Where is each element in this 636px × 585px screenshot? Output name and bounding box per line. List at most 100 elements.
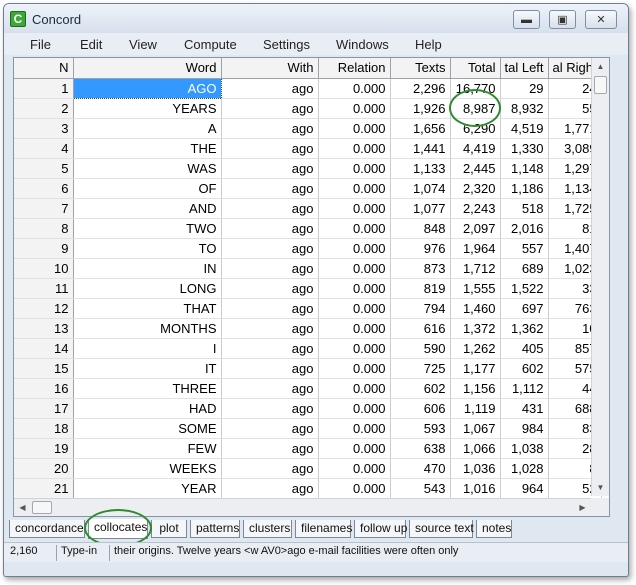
cell-relation[interactable]: 0.000 [318, 438, 391, 459]
cell-n[interactable]: 18 [14, 418, 74, 439]
cell-relation[interactable]: 0.000 [318, 318, 391, 339]
cell-with[interactable]: ago [221, 198, 319, 219]
cell-word[interactable]: TWO [73, 218, 222, 239]
cell-total-left[interactable]: 1,522 [500, 278, 549, 299]
tab-follow-up[interactable]: follow up [354, 520, 407, 538]
cell-relation[interactable]: 0.000 [318, 378, 391, 399]
cell-total[interactable]: 1,067 [450, 418, 501, 439]
cell-relation[interactable]: 0.000 [318, 78, 391, 99]
cell-relation[interactable]: 0.000 [318, 238, 391, 259]
cell-word[interactable]: IT [73, 358, 222, 379]
cell-with[interactable]: ago [221, 158, 319, 179]
column-header-total-left[interactable]: tal Left [500, 58, 549, 79]
cell-word[interactable]: HAD [73, 398, 222, 419]
cell-relation[interactable]: 0.000 [318, 138, 391, 159]
column-header-texts[interactable]: Texts [390, 58, 451, 79]
table-row[interactable]: 10 IN ago 0.000 873 1,712 689 1,023 [14, 258, 602, 279]
cell-with[interactable]: ago [221, 238, 319, 259]
tab-filenames[interactable]: filenames [295, 520, 352, 538]
table-row[interactable]: 9 TO ago 0.000 976 1,964 557 1,407 [14, 238, 602, 259]
cell-total[interactable]: 2,320 [450, 178, 501, 199]
cell-relation[interactable]: 0.000 [318, 418, 391, 439]
scroll-right-icon[interactable]: ▶ [574, 499, 591, 516]
cell-word[interactable]: SOME [73, 418, 222, 439]
table-row[interactable]: 20WEEKSago0.0004701,0361,0288 [14, 458, 602, 479]
tab-source-text[interactable]: source text [409, 520, 474, 538]
cell-texts[interactable]: 1,926 [390, 98, 451, 119]
cell-with[interactable]: ago [221, 338, 319, 359]
table-row[interactable]: 3 Aago 0.000 1,656 6,290 4,519 1,771 [14, 118, 602, 139]
column-header-word[interactable]: Word [73, 58, 222, 79]
table-row[interactable]: 17 HAD ago 0.000 606 1,119 431 688 [14, 398, 602, 419]
table-row[interactable]: 16 THREE ago 0.000 602 1,156 1,112 44 [14, 378, 602, 399]
cell-relation[interactable]: 0.000 [318, 198, 391, 219]
cell-texts[interactable]: 794 [390, 298, 451, 319]
cell-texts[interactable]: 819 [390, 278, 451, 299]
table-row[interactable]: 8 TWO ago 0.000 848 2,097 2,016 81 [14, 218, 602, 239]
table-row[interactable]: 15 IT ago 0.000 725 1,177 602 575 [14, 358, 602, 379]
cell-texts[interactable]: 543 [390, 478, 451, 499]
cell-relation[interactable]: 0.000 [318, 218, 391, 239]
cell-word[interactable]: THE [73, 138, 222, 159]
cell-total[interactable]: 1,177 [450, 358, 501, 379]
cell-total-left[interactable]: 1,038 [500, 438, 549, 459]
cell-with[interactable]: ago [221, 78, 319, 99]
cell-texts[interactable]: 1,074 [390, 178, 451, 199]
cell-texts[interactable]: 1,441 [390, 138, 451, 159]
cell-total[interactable]: 1,066 [450, 438, 501, 459]
cell-n[interactable]: 14 [14, 338, 74, 359]
horizontal-scroll-thumb[interactable] [32, 501, 52, 514]
cell-with[interactable]: ago [221, 278, 319, 299]
cell-word[interactable]: WEEKS [73, 458, 222, 479]
cell-with[interactable]: ago [221, 218, 319, 239]
cell-word[interactable]: I [73, 338, 222, 359]
scroll-left-icon[interactable]: ◀ [14, 499, 31, 516]
table-row[interactable]: 19 FEW ago 0.000 638 1,066 1,038 28 [14, 438, 602, 459]
table-row[interactable]: 11 LONG ago 0.000 819 1,555 1,522 33 [14, 278, 602, 299]
cell-n[interactable]: 16 [14, 378, 74, 399]
cell-word[interactable]: THAT [73, 298, 222, 319]
cell-with[interactable]: ago [221, 398, 319, 419]
cell-total-left[interactable]: 1,330 [500, 138, 549, 159]
cell-word[interactable]: TO [73, 238, 222, 259]
cell-total[interactable]: 16,770 [450, 78, 501, 99]
table-row[interactable]: 12 THAT ago 0.000 794 1,460 697 763 [14, 298, 602, 319]
menu-windows[interactable]: Windows [336, 37, 389, 52]
cell-total-left[interactable]: 4,519 [500, 118, 549, 139]
cell-n[interactable]: 8 [14, 218, 74, 239]
cell-total-left[interactable]: 29 [500, 78, 549, 99]
tab-collocates[interactable]: collocates [88, 519, 148, 539]
table-row[interactable]: 2 YEARS ago 0.000 1,926 8,987 8,932 55 [14, 98, 602, 119]
cell-n[interactable]: 13 [14, 318, 74, 339]
cell-n[interactable]: 9 [14, 238, 74, 259]
cell-word[interactable]: MONTHS [73, 318, 222, 339]
cell-with[interactable]: ago [221, 138, 319, 159]
scroll-down-icon[interactable]: ▼ [592, 479, 609, 496]
cell-word[interactable]: AND [73, 198, 222, 219]
cell-word[interactable]: OF [73, 178, 222, 199]
table-row[interactable]: 6 OF ago 0.000 1,074 2,320 1,186 1,134 [14, 178, 602, 199]
cell-word[interactable]: WAS [73, 158, 222, 179]
cell-total[interactable]: 4,419 [450, 138, 501, 159]
cell-total[interactable]: 2,097 [450, 218, 501, 239]
cell-total[interactable]: 1,016 [450, 478, 501, 499]
cell-with[interactable]: ago [221, 118, 319, 139]
cell-relation[interactable]: 0.000 [318, 338, 391, 359]
cell-texts[interactable]: 638 [390, 438, 451, 459]
cell-total-left[interactable]: 964 [500, 478, 549, 499]
cell-total-left[interactable]: 8,932 [500, 98, 549, 119]
close-button[interactable]: ✕ [585, 10, 617, 29]
cell-total-left[interactable]: 431 [500, 398, 549, 419]
cell-relation[interactable]: 0.000 [318, 278, 391, 299]
cell-texts[interactable]: 1,656 [390, 118, 451, 139]
cell-total[interactable]: 1,156 [450, 378, 501, 399]
cell-texts[interactable]: 593 [390, 418, 451, 439]
table-row[interactable]: 18 SOME ago 0.000 593 1,067 984 83 [14, 418, 602, 439]
cell-texts[interactable]: 616 [390, 318, 451, 339]
vertical-scroll-thumb[interactable] [594, 76, 607, 94]
cell-with[interactable]: ago [221, 318, 319, 339]
cell-total[interactable]: 1,460 [450, 298, 501, 319]
cell-relation[interactable]: 0.000 [318, 158, 391, 179]
cell-relation[interactable]: 0.000 [318, 298, 391, 319]
cell-with[interactable]: ago [221, 418, 319, 439]
